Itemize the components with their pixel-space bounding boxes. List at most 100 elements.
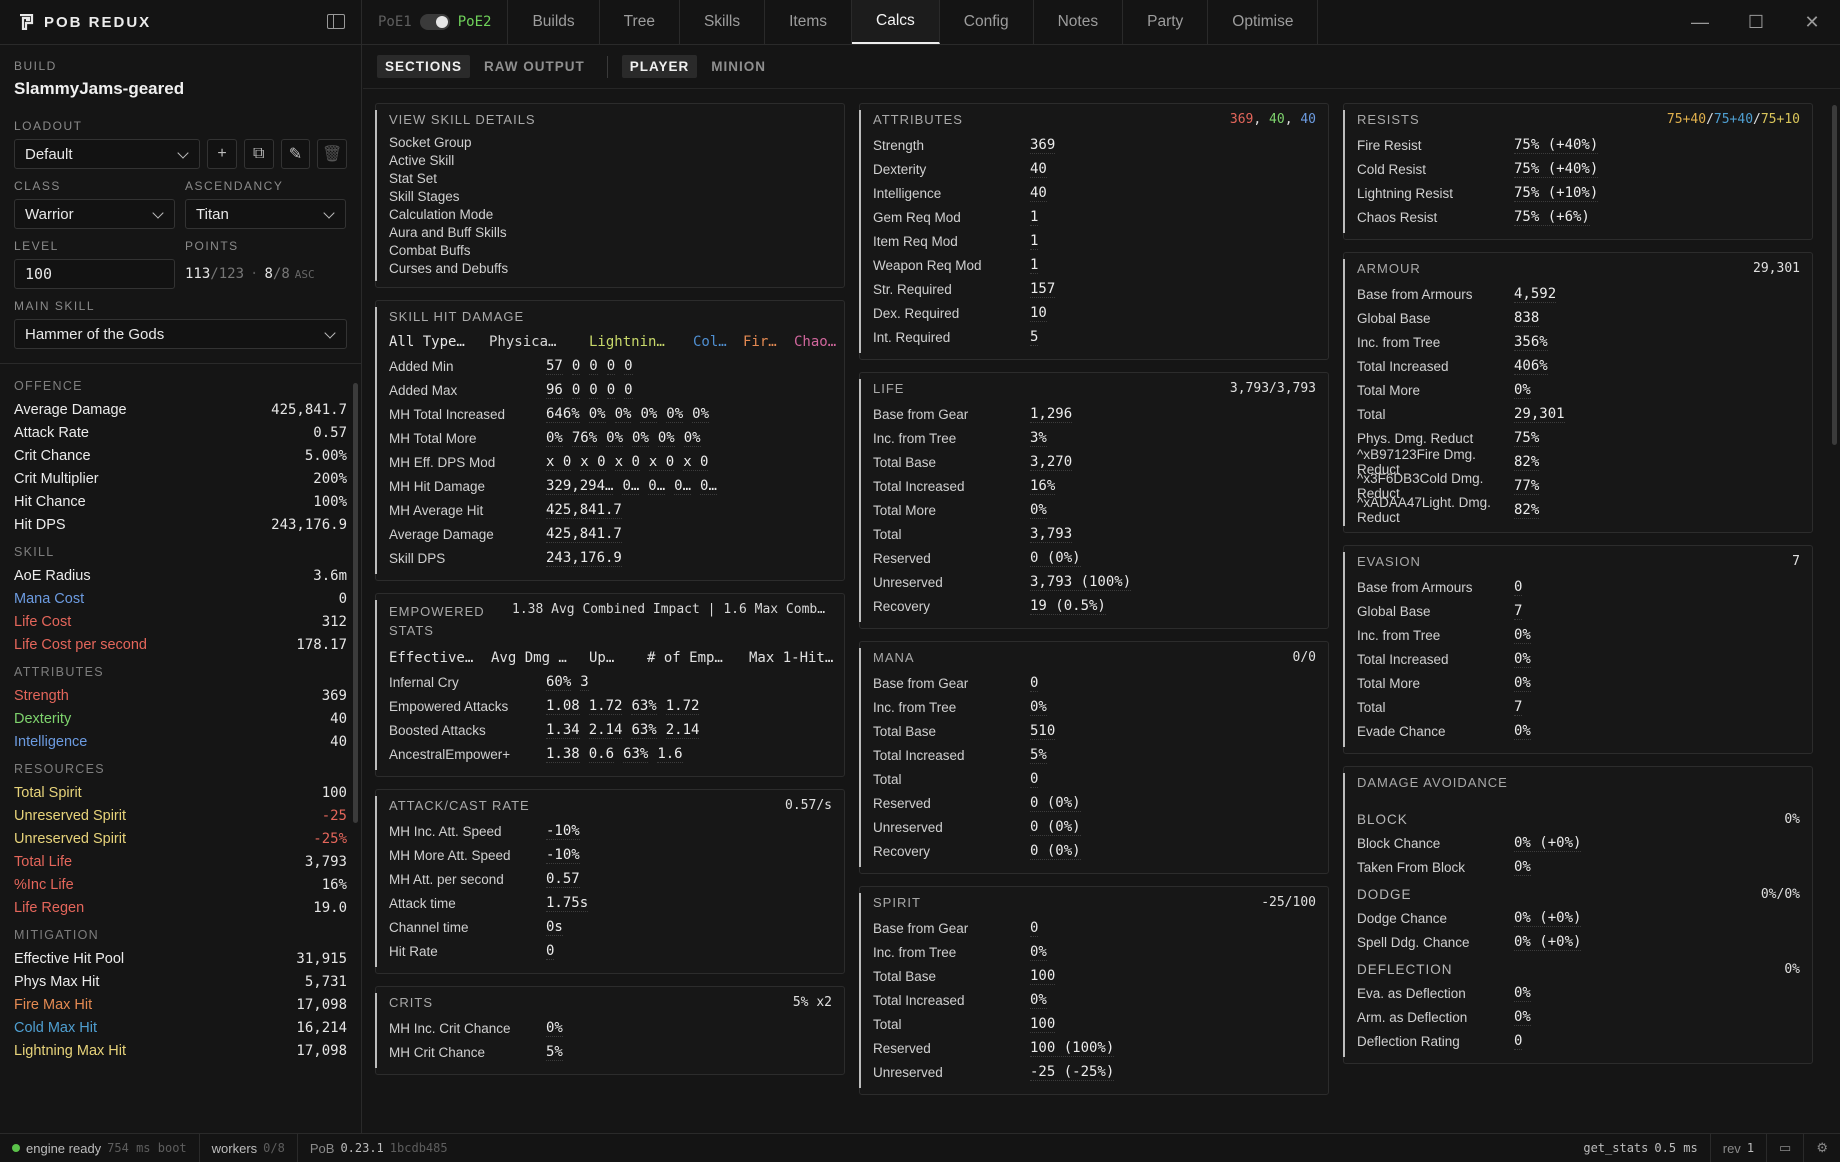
stat-row[interactable]: Base from Armours 4,592 [1344,282,1812,306]
stat-row[interactable]: Reserved 0 (0%) [860,791,1328,815]
cell-value[interactable]: 0% [632,430,649,447]
stat-row[interactable]: Unreserved -25 (-25%) [860,1060,1328,1084]
cell-value[interactable]: 243,176.9 [546,550,622,567]
stat-row[interactable]: Dex. Required 10 [860,301,1328,325]
tab-tree[interactable]: Tree [600,0,680,44]
cell-value[interactable]: x 0 [648,454,675,471]
stat-row[interactable]: Strength 369 [14,684,347,707]
cell-value[interactable]: x 0 [683,454,709,471]
cell-value[interactable]: 1.72 [665,698,700,715]
cell-value[interactable]: 1.08 [546,698,580,715]
stat-row[interactable]: Deflection Rating 0 [1344,1029,1812,1053]
cell-value[interactable]: 0 [624,382,633,399]
stat-row[interactable]: Eva. as Deflection 0% [1344,981,1812,1005]
stat-row[interactable]: Weapon Req Mod 1 [860,253,1328,277]
view-skill-detail-item[interactable]: Stat Set [376,169,844,187]
stat-row[interactable]: Inc. from Tree 0% [860,940,1328,964]
cell-value[interactable]: 63% [631,698,657,715]
stat-row[interactable]: Recovery 0 (0%) [860,839,1328,863]
cell-value[interactable]: 0 [571,358,581,375]
stat-row[interactable]: Life Regen 19.0 [14,896,347,919]
stat-row[interactable]: Block Chance 0% (+0%) [1344,831,1812,855]
stat-row[interactable]: %Inc Life 16% [14,873,347,896]
stat-row[interactable]: Total More 0% [1344,378,1812,402]
stat-row[interactable]: Lightning Max Hit 17,098 [14,1039,347,1062]
hit-col-header[interactable]: Col… [693,334,731,350]
stat-row[interactable]: Reserved 100 (100%) [860,1036,1328,1060]
stat-row[interactable]: Crit Chance 5.00% [14,444,347,467]
cell-value[interactable]: 329,294… [546,478,614,495]
stat-row[interactable]: Fire Max Hit 17,098 [14,993,347,1016]
stat-row[interactable]: Dodge Chance 0% (+0%) [1344,906,1812,930]
cell-value[interactable]: 0… [648,478,666,495]
stat-row[interactable]: Inc. from Tree 0% [860,695,1328,719]
stat-row[interactable]: Base from Gear 1,296 [860,402,1328,426]
stat-row[interactable]: Total More 0% [1344,671,1812,695]
minimize-icon[interactable]: — [1672,12,1728,33]
tab-builds[interactable]: Builds [508,0,600,44]
emp-col-header[interactable]: Effective… [389,650,481,666]
stat-row[interactable]: Total 0 [860,767,1328,791]
stat-row[interactable]: Global Base 7 [1344,599,1812,623]
stat-row[interactable]: Base from Armours 0 [1344,575,1812,599]
cell-value[interactable]: 1.38 [546,746,580,763]
cell-value[interactable]: 2.14 [665,722,700,739]
cell-value[interactable]: 0 [589,358,598,375]
cell-value[interactable]: 0 [606,358,616,375]
view-skill-detail-item[interactable]: Curses and Debuffs [376,259,844,277]
stat-row[interactable]: Evade Chance 0% [1344,719,1812,743]
stat-row[interactable]: Inc. from Tree 356% [1344,330,1812,354]
hit-col-header[interactable]: Fir… [743,334,782,350]
stat-row[interactable]: Attack Rate 0.57 [14,421,347,444]
view-skill-detail-item[interactable]: Combat Buffs [376,241,844,259]
cell-value[interactable]: 0% [606,430,624,447]
tab-optimise[interactable]: Optimise [1208,0,1319,44]
stat-row[interactable]: MH More Att. Speed -10% [376,843,844,867]
cell-value[interactable]: 1.34 [546,722,580,739]
stat-row[interactable]: Total Life 3,793 [14,850,347,873]
stat-row[interactable]: Hit DPS 243,176.9 [14,513,347,536]
stat-row[interactable]: Intelligence 40 [860,181,1328,205]
cell-value[interactable]: 0… [674,478,692,495]
stat-row[interactable]: Total 7 [1344,695,1812,719]
stat-row[interactable]: Dexterity 40 [860,157,1328,181]
stat-row[interactable]: Hit Chance 100% [14,490,347,513]
delete-loadout-button[interactable]: 🗑 [317,139,348,169]
cell-value[interactable]: 60% [546,674,572,691]
cell-value[interactable]: 0 [571,382,581,399]
stat-row[interactable]: Total Increased 0% [1344,647,1812,671]
stat-row[interactable]: Gem Req Mod 1 [860,205,1328,229]
loadout-select[interactable]: Default [14,139,201,169]
stat-row[interactable]: Total Base 3,270 [860,450,1328,474]
stat-row[interactable]: MH Crit Chance 5% [376,1040,844,1064]
game-switch[interactable] [419,14,450,30]
cell-value[interactable]: 0 [624,358,633,375]
stat-row[interactable]: ^xADAA47Light. Dmg. Reduct 82% [1344,495,1812,525]
stat-row[interactable]: Total More 0% [860,498,1328,522]
view-skill-detail-item[interactable]: Aura and Buff Skills [376,223,844,241]
hit-col-header[interactable]: Chao… [794,334,840,350]
hit-col-header[interactable]: All Type… [389,334,481,350]
stat-row[interactable]: Total Increased 5% [860,743,1328,767]
stat-row[interactable]: Intelligence 40 [14,730,347,753]
stat-row[interactable]: Dexterity 40 [14,707,347,730]
stat-row[interactable]: Base from Gear 0 [860,671,1328,695]
cell-value[interactable]: 1.6 [657,746,683,763]
cell-value[interactable]: 0% [692,406,710,423]
stat-row[interactable]: MH Att. per second 0.57 [376,867,844,891]
cell-value[interactable]: 0… [622,478,640,495]
cell-value[interactable]: 0% [683,430,701,447]
build-name[interactable]: SlammyJams-geared [14,79,347,99]
cell-value[interactable]: 0% [666,406,684,423]
cell-value[interactable]: 425,841.7 [546,526,622,543]
rename-loadout-button[interactable]: ✎ [280,139,311,169]
stat-row[interactable]: Mana Cost 0 [14,587,347,610]
stat-row[interactable]: Global Base 838 [1344,306,1812,330]
emp-col-header[interactable]: Max 1-Hit… [749,650,839,666]
stat-row[interactable]: Cold Max Hit 16,214 [14,1016,347,1039]
copy-loadout-button[interactable]: ⧉ [243,139,274,169]
cell-value[interactable]: x 0 [546,454,572,471]
sidebar-toggle-icon[interactable] [327,14,345,29]
view-skill-detail-item[interactable]: Active Skill [376,151,844,169]
stat-row[interactable]: Fire Resist 75% (+40%) [1344,133,1812,157]
